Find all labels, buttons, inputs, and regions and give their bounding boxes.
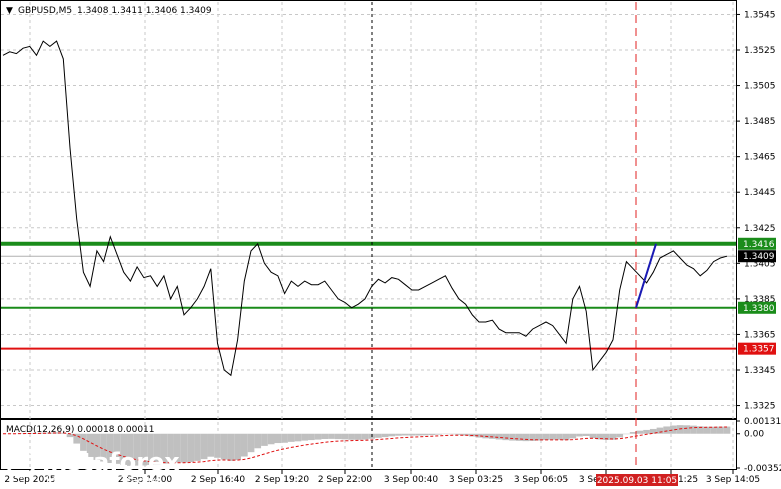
x-tick-label: 3 Sep 06:05: [514, 475, 568, 485]
upper-green-level-tag-label: 1.3416: [743, 240, 775, 250]
trading-chart[interactable]: 1.3545 1.3525 1.3505 1.3485 1.3465 1.3445 1.34…: [0, 0, 781, 489]
y-tick-label: 1.3345: [744, 366, 776, 376]
macd-label: MACD(12,26,9) 0.00018 0.00011: [6, 425, 155, 435]
grid: [1, 2, 736, 470]
price-line-layer: [2, 40, 728, 377]
chart-dropdown-icon[interactable]: ▼: [6, 6, 13, 16]
y-tick-label: 1.3425: [744, 224, 776, 234]
main-pane-frame: [0, 0, 737, 419]
x-tick-label: 3 Sep 14:05: [706, 475, 760, 485]
macd-tick-label: -0.00352: [744, 464, 781, 474]
y-tick-label: 1.3485: [744, 117, 776, 127]
y-tick-label: 1.3525: [744, 46, 776, 56]
y-tick-label: 1.3465: [744, 153, 776, 163]
current-price-label: 1.3409: [743, 252, 775, 262]
y-tick-label: 1.3325: [744, 402, 776, 412]
red-level-tag-label: 1.3357: [743, 345, 775, 355]
x-tick-label: 2 Sep 22:00: [318, 475, 373, 485]
chart-ohlc: 1.3408 1.3411 1.3406 1.3409: [77, 6, 212, 16]
watermark-brand: instaforex: [42, 448, 180, 476]
y-tick-label: 1.3545: [744, 10, 776, 20]
signal-segment: [635, 243, 657, 309]
lower-green-level-tag-label: 1.3380: [743, 304, 775, 314]
chart-symbol: GBPUSD,M5: [18, 6, 72, 16]
level-lines: [1, 241, 736, 350]
watermark-tagline: Instant Forex Trading: [46, 474, 162, 487]
x-tick-label: 2 Sep 16:40: [191, 475, 246, 485]
highlight-time-label: 2025.09.03 11:05: [597, 476, 677, 486]
axes: 1.3545 1.3525 1.3505 1.3485 1.3465 1.3445 1.34…: [4, 10, 781, 485]
price-series-line: [2, 40, 728, 377]
x-tick-label: 3 Sep 00:40: [384, 475, 439, 485]
macd-tick-label: 0.00: [744, 430, 764, 440]
y-tick-label: 1.3365: [744, 330, 776, 340]
y-tick-label: 1.3505: [744, 82, 776, 92]
chart-canvas[interactable]: 1.3545 1.3525 1.3505 1.3485 1.3465 1.3445 1.34…: [0, 0, 781, 489]
x-tick-label: 2 Sep 19:20: [255, 475, 310, 485]
y-tick-label: 1.3445: [744, 188, 776, 198]
x-tick-label: 3 Sep 03:25: [449, 475, 503, 485]
macd-tick-label: 0.00131: [744, 417, 781, 427]
